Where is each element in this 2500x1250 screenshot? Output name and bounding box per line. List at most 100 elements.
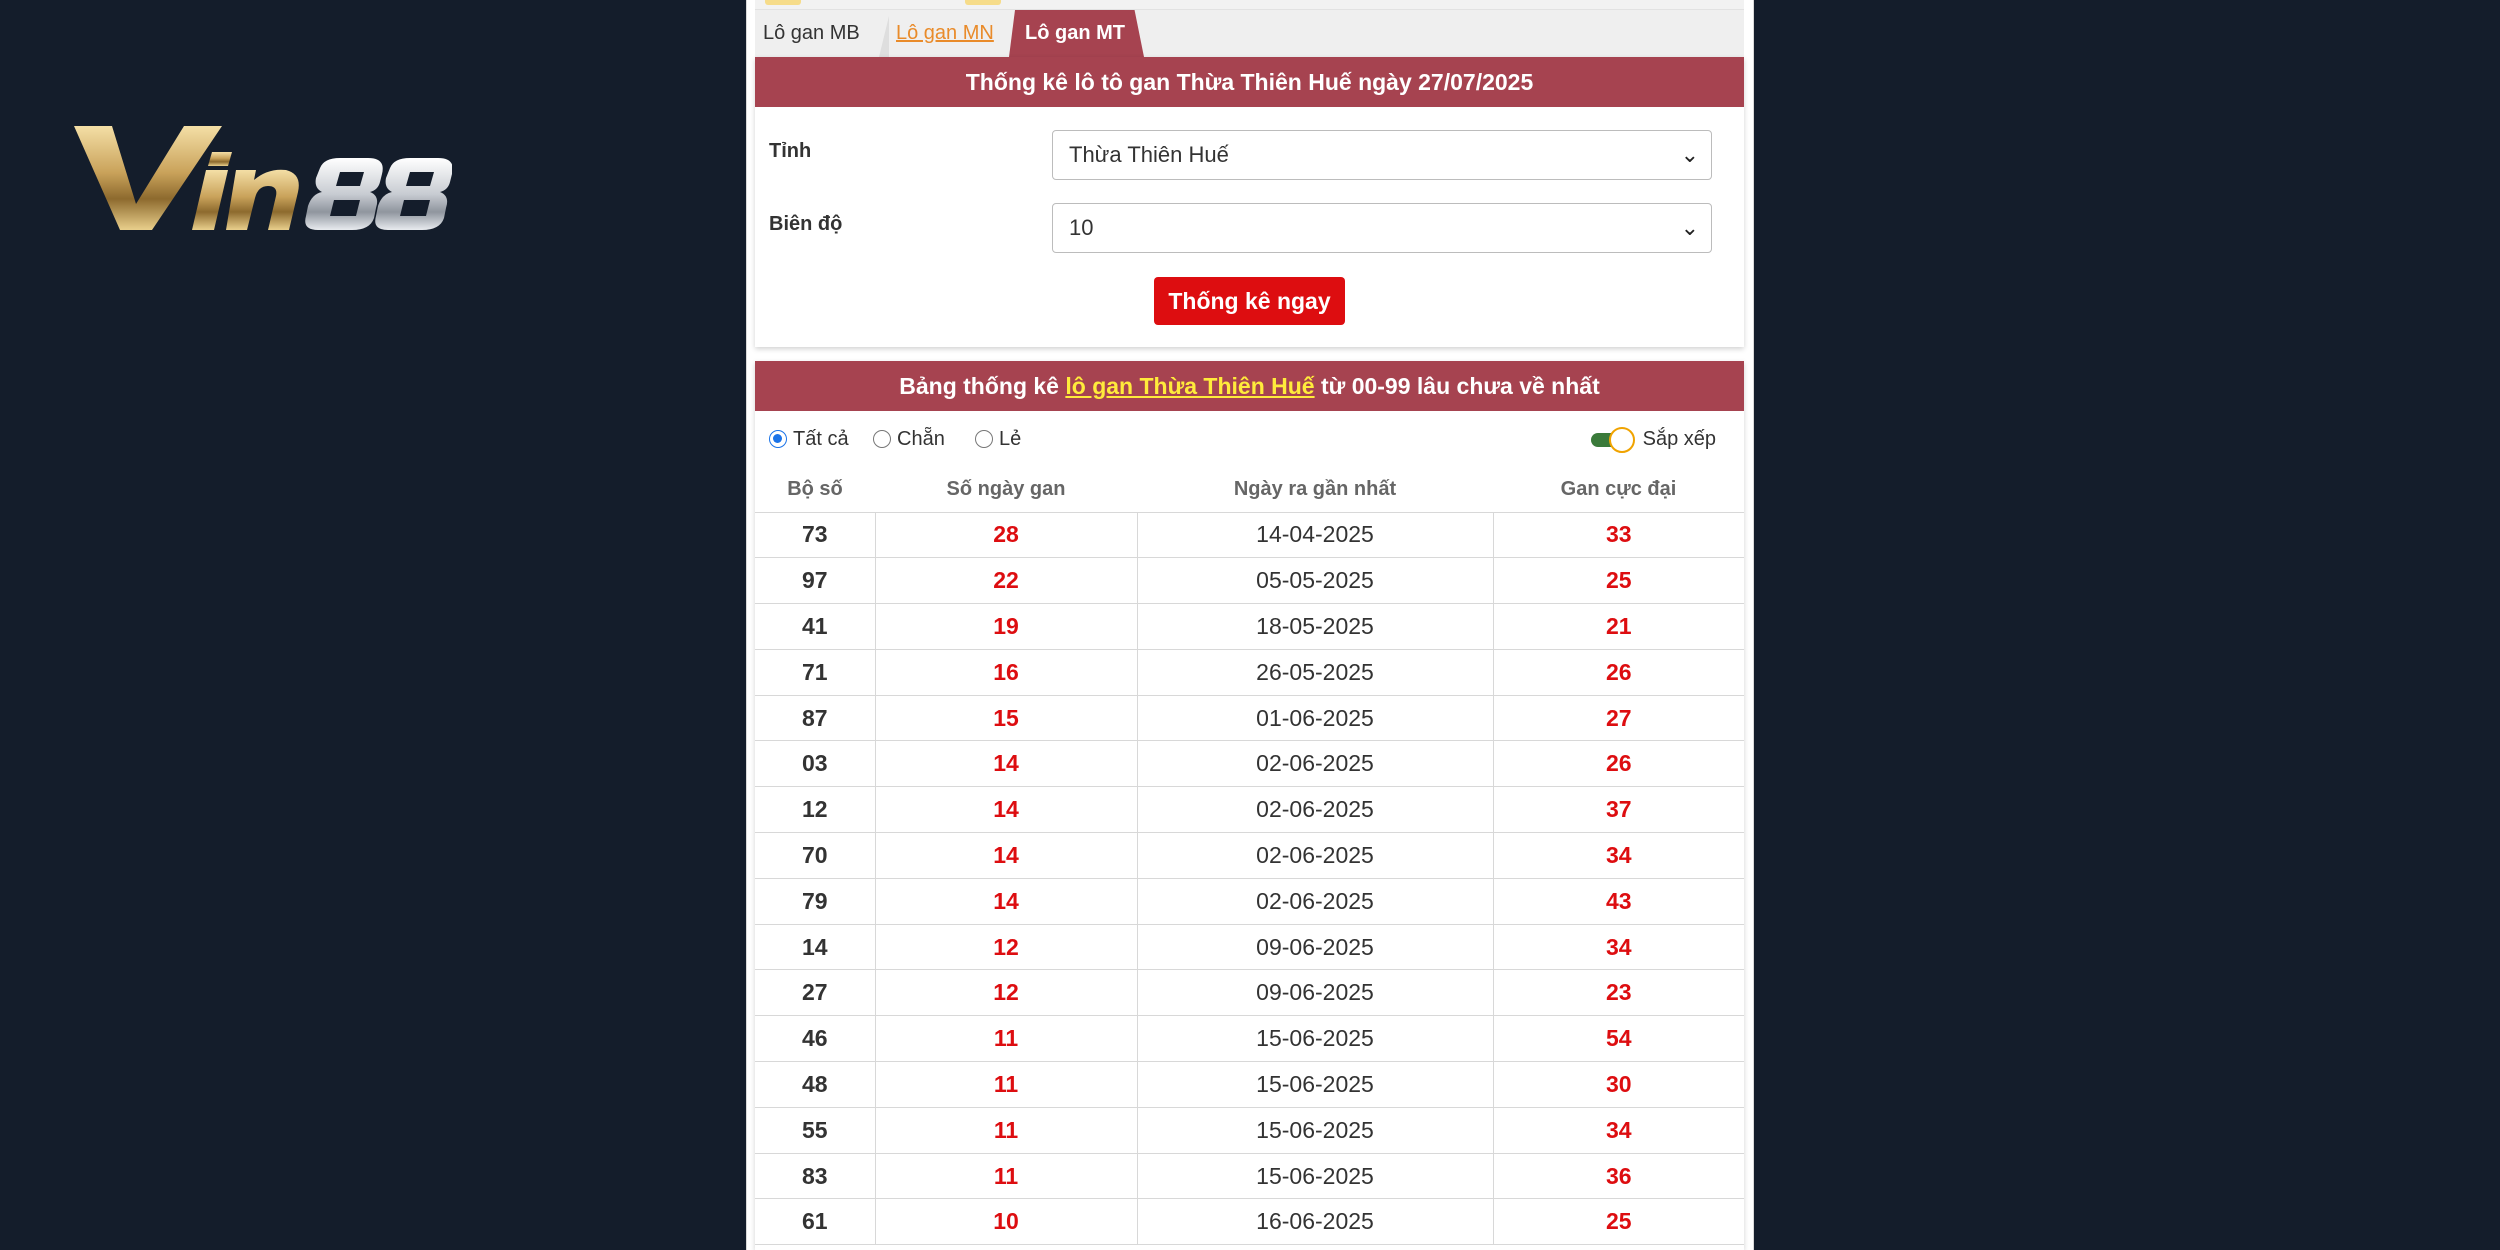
table-header-row: Bộ số Số ngày gan Ngày ra gần nhất Gan c…: [755, 467, 1744, 513]
days-since-cell: 14: [874, 740, 1137, 788]
range-label: Biên độ: [769, 213, 843, 235]
table-row: 79 14 02-06-2025 43: [755, 878, 1744, 925]
toggle-switch-icon: [1590, 427, 1635, 453]
table-row: 03 14 02-06-2025 26: [755, 740, 1744, 788]
days-since-cell: 16: [874, 649, 1137, 696]
lottery-number-cell: 27: [755, 969, 875, 1017]
column-header[interactable]: Gan cực đại: [1493, 467, 1744, 513]
last-appear-date-cell: 16-06-2025: [1136, 1198, 1493, 1246]
sort-label: Sắp xếp: [1642, 428, 1716, 450]
last-appear-date-cell: 05-05-2025: [1136, 557, 1493, 605]
results-title-prefix: Bảng thống kê: [899, 373, 1059, 399]
lottery-number-cell: 83: [755, 1153, 875, 1200]
results-title-link[interactable]: lô gan Thừa Thiên Huế: [1065, 373, 1314, 399]
days-since-cell: 11: [874, 1061, 1137, 1108]
filter-all-radio[interactable]: Tất cả: [769, 427, 849, 451]
last-appear-date-cell: 09-06-2025: [1136, 969, 1493, 1017]
max-gap-cell: 26: [1492, 740, 1744, 788]
radio-icon: [873, 430, 891, 448]
vin88-logo: [72, 118, 453, 238]
column-header[interactable]: Số ngày gan: [875, 467, 1137, 513]
table-row: 41 19 18-05-2025 21: [755, 603, 1744, 650]
lottery-number-cell: 12: [755, 786, 875, 834]
tab-lo-gan-mb[interactable]: Lô gan MB: [755, 10, 885, 57]
days-since-cell: 11: [874, 1015, 1137, 1063]
last-appear-date-cell: 02-06-2025: [1136, 878, 1493, 925]
vin88-logo-graphic: [74, 126, 453, 230]
province-select[interactable]: Thừa Thiên Huế ⌄: [1052, 130, 1712, 180]
table-row: 46 11 15-06-2025 54: [755, 1015, 1744, 1063]
lottery-number-cell: 03: [755, 740, 875, 788]
max-gap-cell: 23: [1492, 969, 1744, 1017]
lottery-number-cell: 97: [755, 557, 875, 605]
column-header[interactable]: Ngày ra gần nhất: [1137, 467, 1493, 513]
lottery-number-cell: 48: [755, 1061, 875, 1108]
province-select-value: Thừa Thiên Huế: [1069, 142, 1229, 167]
table-row: 61 10 16-06-2025 25: [755, 1198, 1744, 1246]
days-since-cell: 14: [874, 878, 1137, 925]
last-appear-date-cell: 09-06-2025: [1136, 924, 1493, 971]
filter-even-radio[interactable]: Chẵn: [873, 427, 945, 451]
lottery-number-cell: 70: [755, 832, 875, 879]
submit-stats-button[interactable]: Thống kê ngay: [1154, 277, 1345, 325]
days-since-cell: 11: [874, 1107, 1137, 1154]
lottery-number-cell: 73: [755, 512, 875, 559]
results-title: Bảng thống kê lô gan Thừa Thiên Huế từ 0…: [755, 361, 1744, 411]
last-appear-date-cell: 15-06-2025: [1136, 1153, 1493, 1200]
table-row: 12 14 02-06-2025 37: [755, 786, 1744, 834]
results-panel: Bảng thống kê lô gan Thừa Thiên Huế từ 0…: [755, 361, 1744, 1250]
days-since-cell: 12: [874, 924, 1137, 971]
tab-lo-gan-mn[interactable]: Lô gan MN: [888, 10, 1008, 57]
days-since-cell: 14: [874, 786, 1137, 834]
days-since-cell: 19: [874, 603, 1137, 650]
column-header[interactable]: Bộ số: [755, 467, 875, 513]
last-appear-date-cell: 02-06-2025: [1136, 786, 1493, 834]
lottery-number-cell: 14: [755, 924, 875, 971]
table-row: 14 12 09-06-2025 34: [755, 924, 1744, 971]
main-panel: Lô gan MB Lô gan MN Lô gan MT Thống kê l…: [746, 0, 1754, 1250]
last-appear-date-cell: 01-06-2025: [1136, 695, 1493, 742]
range-row: Biên độ 10 ⌄: [755, 203, 1744, 255]
filter-even-label: Chẵn: [897, 428, 945, 450]
last-appear-date-cell: 14-04-2025: [1136, 512, 1493, 559]
max-gap-cell: 34: [1492, 1107, 1744, 1154]
days-since-cell: 22: [874, 557, 1137, 605]
table-row: 73 28 14-04-2025 33: [755, 512, 1744, 559]
sort-toggle[interactable]: Sắp xếp: [1590, 425, 1716, 453]
tab-bar: Lô gan MB Lô gan MN Lô gan MT: [755, 10, 1744, 57]
lottery-number-cell: 79: [755, 878, 875, 925]
max-gap-cell: 27: [1492, 695, 1744, 742]
tab-lo-gan-mt[interactable]: Lô gan MT: [1009, 10, 1144, 57]
max-gap-cell: 54: [1492, 1015, 1744, 1063]
chevron-down-icon: ⌄: [1680, 215, 1699, 240]
max-gap-cell: 26: [1492, 649, 1744, 696]
table-row: 83 11 15-06-2025 36: [755, 1153, 1744, 1200]
radio-selected-icon: [769, 430, 787, 448]
table-row: 55 11 15-06-2025 34: [755, 1107, 1744, 1154]
top-strip-marker: [965, 0, 1001, 5]
max-gap-cell: 34: [1492, 924, 1744, 971]
search-form: Thống kê lô tô gan Thừa Thiên Huế ngày 2…: [755, 57, 1744, 347]
last-appear-date-cell: 15-06-2025: [1136, 1061, 1493, 1108]
lottery-number-cell: 55: [755, 1107, 875, 1154]
last-appear-date-cell: 02-06-2025: [1136, 832, 1493, 879]
filter-bar: Tất cả Chẵn Lẻ Sắp xếp: [755, 411, 1744, 467]
top-strip-marker: [765, 0, 801, 5]
filter-odd-radio[interactable]: Lẻ: [975, 427, 1021, 451]
max-gap-cell: 36: [1492, 1153, 1744, 1200]
table-row: 71 16 26-05-2025 26: [755, 649, 1744, 696]
filter-odd-label: Lẻ: [999, 428, 1022, 450]
radio-icon: [975, 430, 993, 448]
table-row: 87 15 01-06-2025 27: [755, 695, 1744, 742]
range-select-value: 10: [1069, 215, 1094, 240]
range-select[interactable]: 10 ⌄: [1052, 203, 1712, 253]
lottery-number-cell: 71: [755, 649, 875, 696]
days-since-cell: 11: [874, 1153, 1137, 1200]
chevron-down-icon: ⌄: [1680, 142, 1699, 167]
lottery-number-cell: 46: [755, 1015, 875, 1063]
days-since-cell: 15: [874, 695, 1137, 742]
lo-gan-table: Bộ số Số ngày gan Ngày ra gần nhất Gan c…: [755, 467, 1744, 1246]
table-row: 48 11 15-06-2025 30: [755, 1061, 1744, 1108]
days-since-cell: 28: [874, 512, 1137, 559]
lottery-number-cell: 87: [755, 695, 875, 742]
